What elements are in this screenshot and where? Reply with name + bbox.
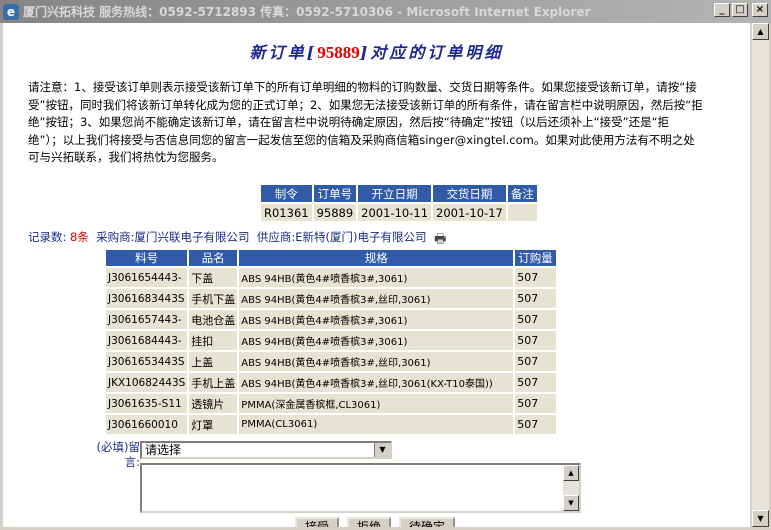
order-cell: R01361 (261, 204, 312, 221)
item-code: J3061653443S (106, 352, 188, 371)
item-code: JKX10682443S (106, 373, 188, 392)
notice-line: 可与兴拓联系，我们将热忱为您服务。 (28, 150, 224, 165)
order-cell: 2001-10-11 (358, 204, 432, 221)
select-value: 请选择 (145, 443, 182, 457)
table-row: J3061684443- 挂扣 ABS 94HB(黄色4#喷香槟3#,3061) 50… (106, 331, 556, 350)
item-name: 挂扣 (189, 331, 238, 350)
item-spec: PMMA(CL3061) (239, 415, 514, 434)
item-spec: ABS 94HB(黄色4#喷香槟3#,丝印,3061(KX-T10泰国)) (239, 373, 514, 392)
table-row: J3061657443- 电池仓盖 ABS 94HB(黄色4#喷香槟3#,3061)… (106, 310, 556, 329)
item-spec: ABS 94HB(黄色4#喷香槟3#,3061) (239, 310, 514, 329)
table-row: J3061683443S 手机下盖 ABS 94HB(黄色4#喷香槟3#,丝印,30… (106, 289, 556, 308)
maximize-button[interactable]: □ (732, 3, 748, 17)
page-content: 新订单[95889]对应的订单明细 请注意：1、接受该订单则表示接受该新订单下的… (3, 23, 750, 527)
item-name: 上盖 (189, 352, 238, 371)
title-order-number: 95889 (317, 43, 360, 62)
table-row: JKX10682443S 手机上盖 ABS 94HB(黄色4#喷香槟3#,丝印,30… (106, 373, 556, 392)
item-qty: 507 (515, 331, 556, 350)
item-code: J3061657443- (106, 310, 188, 329)
chevron-down-icon[interactable]: ▼ (374, 443, 390, 457)
textarea-scrollbar[interactable]: ▲ ▼ (563, 465, 579, 511)
item-code: J3061654443- (106, 268, 188, 287)
scroll-up-icon[interactable]: ▲ (563, 465, 579, 481)
page-title: 新订单[95889]对应的订单明细 (3, 39, 750, 63)
reject-button[interactable]: 拒绝 (347, 517, 392, 527)
action-buttons: 接受 拒绝 待确定 (295, 517, 456, 527)
table-row: J3061653443S 上盖 ABS 94HB(黄色4#喷香槟3#,丝印,3061… (106, 352, 556, 371)
scroll-down-icon[interactable]: ▼ (563, 495, 579, 511)
minimize-button[interactable]: _ (714, 3, 730, 17)
notice-line: 受”按钮，同时我们将该新订单转化成为您的正式订单；2、如果您无法接受该新订单的所… (28, 97, 703, 112)
remark-label: (必填)留言: (96, 440, 140, 469)
order-col-header: 备注 (507, 185, 537, 202)
order-summary-table: 制令 订单号 开立日期 交货日期 备注 R01361 95889 2001-10… (259, 183, 539, 223)
scroll-down-icon[interactable]: ▼ (752, 510, 769, 527)
scroll-up-icon[interactable]: ▲ (752, 23, 769, 40)
item-name: 手机上盖 (189, 373, 238, 392)
record-info: 记录数: 8条 采购商:厦门兴联电子有限公司 供应商:E新特(厦门)电子有限公司… (28, 229, 450, 247)
notice-text: 请注意：1、接受该订单则表示接受该新订单下的所有订单明细的物料的订购数量、交货日… (28, 79, 740, 167)
title-suffix: ]对应的订单明细 (359, 43, 504, 62)
item-code: J3061635-S11 (106, 394, 188, 413)
remark-type-select[interactable]: 请选择 ▼ (140, 441, 392, 459)
page-scrollbar[interactable]: ▲ ▼ (752, 23, 769, 527)
notice-line: 绝”按钮；3、如果您尚不能确定该新订单，请在留言栏中说明待确定原因，然后按“待确… (28, 115, 670, 130)
order-cell: 2001-10-17 (433, 204, 506, 221)
title-prefix: 新订单[ (249, 43, 318, 62)
order-col-header: 制令 (261, 185, 312, 202)
table-row: J3061654443- 下盖 ABS 94HB(黄色4#喷香槟3#,3061) 50… (106, 268, 556, 287)
item-qty: 507 (515, 289, 556, 308)
item-qty: 507 (515, 394, 556, 413)
item-spec: ABS 94HB(黄色4#喷香槟3#,丝印,3061) (239, 289, 514, 308)
items-col-header: 品名 (189, 250, 238, 266)
close-button[interactable]: × (752, 3, 768, 17)
item-name: 下盖 (189, 268, 238, 287)
item-name: 灯罩 (189, 415, 238, 434)
table-row: J3061660010 灯罩 PMMA(CL3061) 507 (106, 415, 556, 434)
order-cell (507, 204, 537, 221)
pending-button[interactable]: 待确定 (399, 517, 456, 527)
order-col-header: 订单号 (313, 185, 357, 202)
record-count-label: 记录数: (28, 230, 67, 244)
item-code: J3061684443- (106, 331, 188, 350)
item-qty: 507 (515, 415, 556, 434)
window-title: 厦门兴拓科技 服务热线：0592-5712893 传真：0592-5710306… (23, 5, 591, 19)
item-name: 手机下盖 (189, 289, 238, 308)
items-col-header: 规格 (239, 250, 514, 266)
accept-button[interactable]: 接受 (295, 517, 340, 527)
items-col-header: 订购量 (515, 250, 556, 266)
order-col-header: 交货日期 (433, 185, 506, 202)
window-controls: _ □ × (714, 3, 768, 17)
items-col-header: 料号 (106, 250, 188, 266)
item-spec: PMMA(深金属香槟框,CL3061) (239, 394, 514, 413)
remark-textarea[interactable]: ▲ ▼ (140, 463, 581, 513)
supplier-name: 供应商:E新特(厦门)电子有限公司 (256, 230, 427, 244)
order-row: R01361 95889 2001-10-11 2001-10-17 (261, 204, 537, 221)
record-count-value: 8条 (70, 230, 89, 244)
item-spec: ABS 94HB(黄色4#喷香槟3#,3061) (239, 331, 514, 350)
buyer-name: 采购商:厦门兴联电子有限公司 (96, 230, 250, 244)
order-items-table: 料号 品名 规格 订购量 J3061654443- 下盖 ABS 94HB(黄色4#… (104, 248, 558, 436)
item-qty: 507 (515, 352, 556, 371)
item-code: J3061660010 (106, 415, 188, 434)
order-cell: 95889 (313, 204, 357, 221)
ie-logo-icon: e (3, 3, 19, 20)
item-qty: 507 (515, 268, 556, 287)
window-titlebar[interactable]: e 厦门兴拓科技 服务热线：0592-5712893 传真：0592-57103… (0, 0, 771, 23)
items-header-row: 料号 品名 规格 订购量 (106, 250, 556, 266)
item-spec: ABS 94HB(黄色4#喷香槟3#,3061) (239, 268, 514, 287)
item-qty: 507 (515, 373, 556, 392)
order-header-row: 制令 订单号 开立日期 交货日期 备注 (261, 185, 537, 202)
notice-line: 绝”）；以上我们将接受与否信息同您的留言一起发信至您的信箱及采购商信箱singe… (28, 132, 695, 147)
table-row: J3061635-S11 透镜片 PMMA(深金属香槟框,CL3061) 507 (106, 394, 556, 413)
printer-icon[interactable]: 🖶 (434, 233, 450, 247)
item-code: J3061683443S (106, 289, 188, 308)
order-col-header: 开立日期 (358, 185, 432, 202)
item-name: 电池仓盖 (189, 310, 238, 329)
item-name: 透镜片 (189, 394, 238, 413)
item-qty: 507 (515, 310, 556, 329)
notice-line: 请注意：1、接受该订单则表示接受该新订单下的所有订单明细的物料的订购数量、交货日… (28, 80, 697, 94)
item-spec: ABS 94HB(黄色4#喷香槟3#,丝印,3061) (239, 352, 514, 371)
